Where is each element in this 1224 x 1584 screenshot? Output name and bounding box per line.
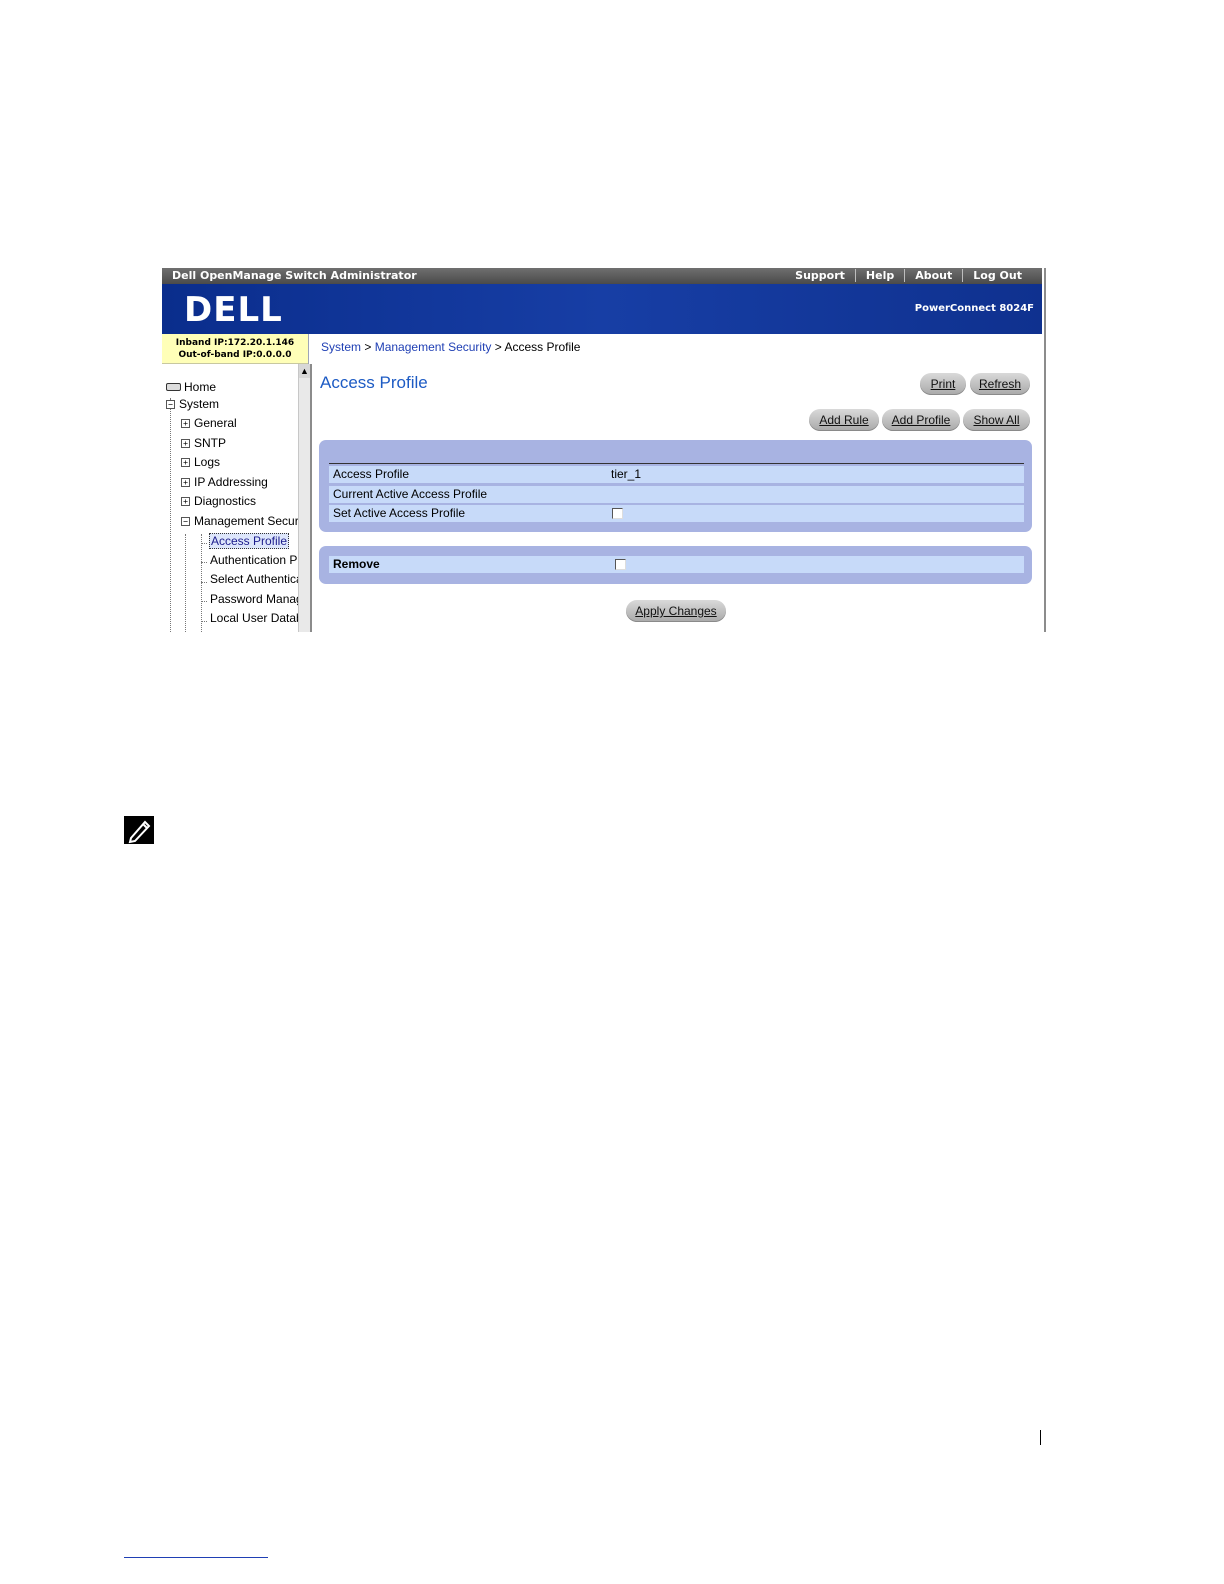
remove-label: Remove: [333, 557, 380, 571]
inband-ip: Inband IP:172.20.1.146: [175, 338, 295, 348]
print-button[interactable]: Print: [920, 373, 966, 395]
note-icon: [124, 816, 154, 844]
nav-management-security[interactable]: − Management Securi: [181, 514, 301, 528]
nav-local-user-database[interactable]: Local User Datab: [210, 611, 303, 625]
support-link[interactable]: Support: [785, 269, 855, 282]
access-profile-label: Access Profile: [333, 467, 410, 481]
set-active-label: Set Active Access Profile: [333, 506, 466, 520]
access-profile-row: Access Profile tier_1: [329, 466, 1024, 483]
expand-icon[interactable]: +: [181, 496, 190, 506]
expand-icon[interactable]: +: [181, 457, 190, 467]
nav-access-profile[interactable]: Access Profile: [209, 533, 290, 549]
expand-icon[interactable]: +: [181, 477, 190, 487]
title-bar: Dell OpenManage Switch Administrator Sup…: [162, 268, 1042, 284]
model-name: PowerConnect 8024F: [914, 303, 1034, 314]
nav-ip-addressing[interactable]: + IP Addressing: [181, 475, 268, 489]
add-profile-button[interactable]: Add Profile: [882, 409, 960, 431]
refresh-button[interactable]: Refresh: [970, 373, 1030, 395]
banner: DELL PowerConnect 8024F: [162, 284, 1042, 334]
nav-select-authentication[interactable]: Select Authentica: [210, 572, 303, 586]
logout-link[interactable]: Log Out: [962, 269, 1032, 282]
remove-row: Remove: [329, 556, 1024, 573]
collapse-icon[interactable]: −: [166, 399, 175, 409]
add-rule-button[interactable]: Add Rule: [809, 409, 879, 431]
current-active-row: Current Active Access Profile: [329, 486, 1024, 503]
nav-diagnostics[interactable]: + Diagnostics: [181, 494, 256, 508]
about-link[interactable]: About: [904, 269, 962, 282]
breadcrumb-current: Access Profile: [504, 340, 581, 354]
nav-authentication-profiles[interactable]: Authentication Pr: [210, 553, 301, 567]
top-links: Support Help About Log Out: [785, 269, 1032, 282]
nav-scrollbar[interactable]: ▲: [298, 364, 310, 632]
set-active-row: Set Active Access Profile: [329, 505, 1024, 522]
page-title: Access Profile: [320, 373, 428, 392]
app-title: Dell OpenManage Switch Administrator: [172, 269, 417, 282]
expand-icon[interactable]: +: [181, 418, 190, 428]
set-active-checkbox[interactable]: [612, 508, 623, 519]
scroll-up-icon[interactable]: ▲: [299, 364, 310, 378]
collapse-icon[interactable]: −: [181, 516, 190, 526]
help-link[interactable]: Help: [854, 269, 904, 282]
current-active-label: Current Active Access Profile: [333, 487, 488, 501]
footer-link-underline: [124, 1557, 268, 1558]
screenshot-window: Dell OpenManage Switch Administrator Sup…: [162, 268, 1044, 632]
nav-home[interactable]: Home: [166, 380, 216, 394]
pencil-icon: [128, 820, 151, 844]
ip-info: Inband IP:172.20.1.146 Out-of-band IP:0.…: [162, 334, 308, 364]
remove-checkbox[interactable]: [615, 559, 626, 570]
profile-panel: Access Profile tier_1 Current Active Acc…: [319, 440, 1032, 532]
breadcrumb-management-security[interactable]: Management Security: [375, 340, 492, 354]
margin-bar: [1040, 1430, 1041, 1445]
remove-panel: Remove: [319, 546, 1032, 584]
breadcrumb-system[interactable]: System: [321, 340, 361, 354]
breadcrumb: System > Management Security > Access Pr…: [308, 334, 1042, 364]
nav-system[interactable]: − System: [166, 397, 219, 411]
outofband-ip: Out-of-band IP:0.0.0.0: [178, 350, 292, 360]
nav-sntp[interactable]: + SNTP: [181, 436, 226, 450]
navigation-tree: Home − System + General + SNTP + Logs + …: [162, 364, 312, 632]
access-profile-value: tier_1: [611, 467, 642, 481]
show-all-button[interactable]: Show All: [963, 409, 1030, 431]
expand-icon[interactable]: +: [181, 438, 190, 448]
nav-password-management[interactable]: Password Manag: [210, 592, 303, 606]
main-content: Access Profile Print Refresh Add Rule Ad…: [312, 364, 1042, 632]
home-icon: [166, 383, 181, 391]
nav-logs[interactable]: + Logs: [181, 455, 220, 469]
nav-general[interactable]: + General: [181, 416, 237, 430]
dell-logo: DELL: [184, 290, 283, 330]
apply-changes-button[interactable]: Apply Changes: [626, 600, 726, 622]
